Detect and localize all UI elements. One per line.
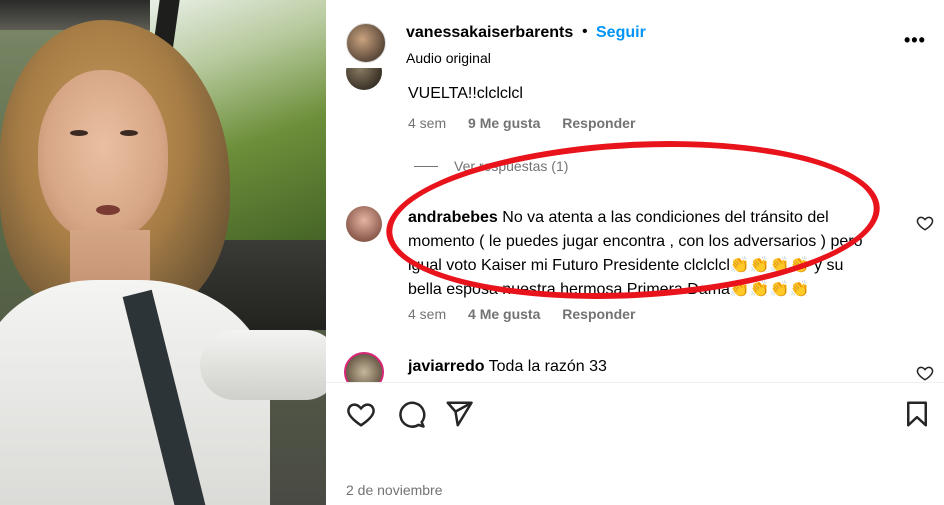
post-date[interactable]: 2 de noviembre — [346, 482, 443, 498]
comment-body: javiarredo Toda la razón 33 — [408, 355, 607, 379]
action-bar — [326, 395, 944, 437]
comment-meta: 4 sem 4 Me gusta Responder — [408, 306, 635, 322]
more-icon[interactable]: ••• — [904, 30, 926, 51]
left-eye — [70, 130, 88, 136]
comment-text: VUELTA!!clclclcl — [408, 85, 523, 102]
post-video[interactable] — [0, 0, 326, 505]
comment-time[interactable]: 4 sem — [408, 306, 446, 322]
comment-body: andrabebes No va atenta a las condicione… — [408, 206, 868, 302]
mouth — [96, 205, 120, 215]
audio-label[interactable]: Audio original — [406, 50, 491, 66]
separator-dot: • — [582, 23, 588, 40]
comment-text: Toda la razón 33 — [488, 358, 607, 375]
paper-plane-icon[interactable] — [444, 399, 474, 429]
view-replies-button[interactable]: Ver respuestas (1) — [454, 158, 568, 174]
reply-button[interactable]: Responder — [562, 115, 635, 131]
post-header: vanessakaiserbarents • Seguir Audio orig… — [326, 0, 944, 68]
heart-icon[interactable] — [346, 399, 376, 429]
comment-icon[interactable] — [396, 399, 426, 429]
commenter-avatar[interactable] — [346, 206, 382, 242]
comment-likes[interactable]: 9 Me gusta — [468, 115, 540, 131]
comment-likes[interactable]: 4 Me gusta — [468, 306, 540, 322]
comment-list[interactable]: VUELTA!!clclclcl 4 sem 9 Me gusta Respon… — [326, 68, 944, 382]
commenter-avatar[interactable] — [346, 68, 382, 90]
arm — [200, 330, 326, 400]
comment-username[interactable]: javiarredo — [408, 358, 484, 375]
heart-icon[interactable] — [916, 364, 934, 382]
commenter-avatar[interactable] — [344, 352, 384, 382]
comment-username[interactable]: andrabebes — [408, 209, 498, 226]
follow-button[interactable]: Seguir — [596, 24, 646, 42]
comment-meta: 4 sem 9 Me gusta Responder — [408, 115, 635, 131]
heart-icon[interactable] — [916, 214, 934, 232]
author-username[interactable]: vanessakaiserbarents — [406, 24, 573, 42]
post-panel: vanessakaiserbarents • Seguir Audio orig… — [326, 0, 944, 505]
right-eye — [120, 130, 138, 136]
reply-button[interactable]: Responder — [562, 306, 635, 322]
author-avatar[interactable] — [346, 23, 386, 63]
comment-time[interactable]: 4 sem — [408, 115, 446, 131]
replies-line — [414, 166, 438, 167]
divider — [326, 382, 944, 383]
bookmark-icon[interactable] — [902, 399, 932, 429]
